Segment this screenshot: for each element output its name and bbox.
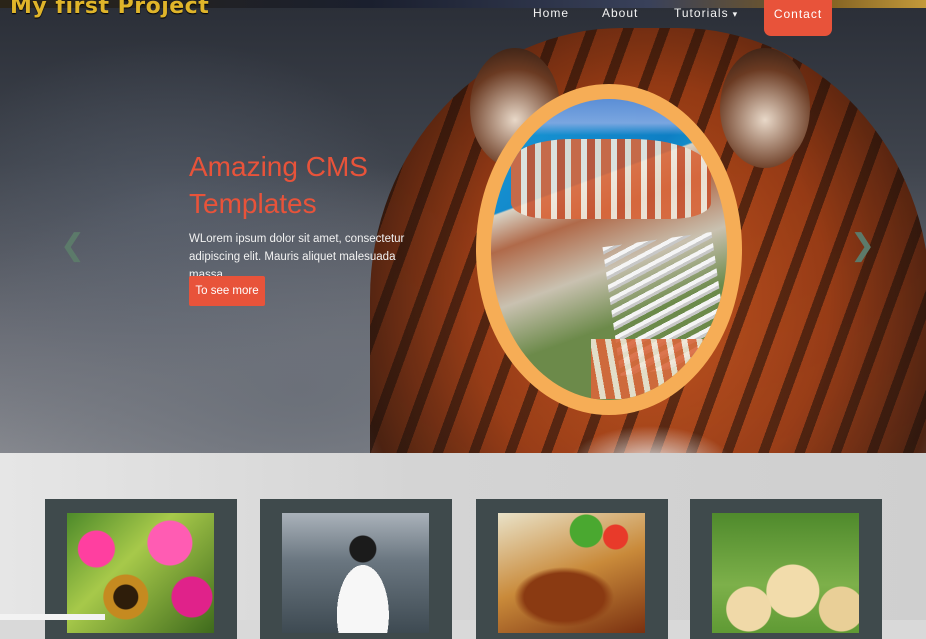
- harbor-image-rooftops: [511, 139, 711, 219]
- harbor-image: [491, 99, 727, 400]
- hero-title-line-2: Templates: [189, 188, 317, 219]
- grilled-food-thumbnail[interactable]: [498, 513, 645, 633]
- hero-title: Amazing CMS Templates: [189, 148, 449, 222]
- nav-item-about[interactable]: About: [602, 6, 638, 20]
- gallery-card[interactable]: [260, 499, 452, 639]
- carousel-prev-icon[interactable]: ❮: [60, 228, 85, 263]
- site-brand-title[interactable]: My first Project: [10, 0, 209, 19]
- caret-down-icon: ▾: [732, 9, 739, 19]
- hero-description-line-1: WLorem ipsum dolor sit amet, consectetur: [189, 233, 405, 245]
- gallery-card[interactable]: [476, 499, 668, 639]
- harbor-oval-frame: [476, 84, 742, 415]
- nav-item-tutorials-label: Tutorials: [674, 6, 729, 20]
- gallery-section: [0, 453, 926, 639]
- hero-title-line-1: Amazing CMS: [189, 151, 368, 182]
- harbor-image-rooftops-lower: [591, 339, 721, 399]
- penguin-thumbnail[interactable]: [282, 513, 429, 633]
- contact-button[interactable]: Contact: [764, 0, 832, 36]
- nav-item-home[interactable]: Home: [533, 6, 569, 20]
- tiger-ear-right: [720, 48, 810, 168]
- see-more-button[interactable]: To see more: [189, 276, 265, 306]
- gallery-card[interactable]: [690, 499, 882, 639]
- carousel-next-icon[interactable]: ❯: [850, 228, 875, 263]
- hero-carousel: [0, 8, 926, 453]
- puppies-thumbnail[interactable]: [712, 513, 859, 633]
- nav-item-tutorials[interactable]: Tutorials ▾: [674, 6, 738, 20]
- bottom-left-strip: [0, 614, 105, 620]
